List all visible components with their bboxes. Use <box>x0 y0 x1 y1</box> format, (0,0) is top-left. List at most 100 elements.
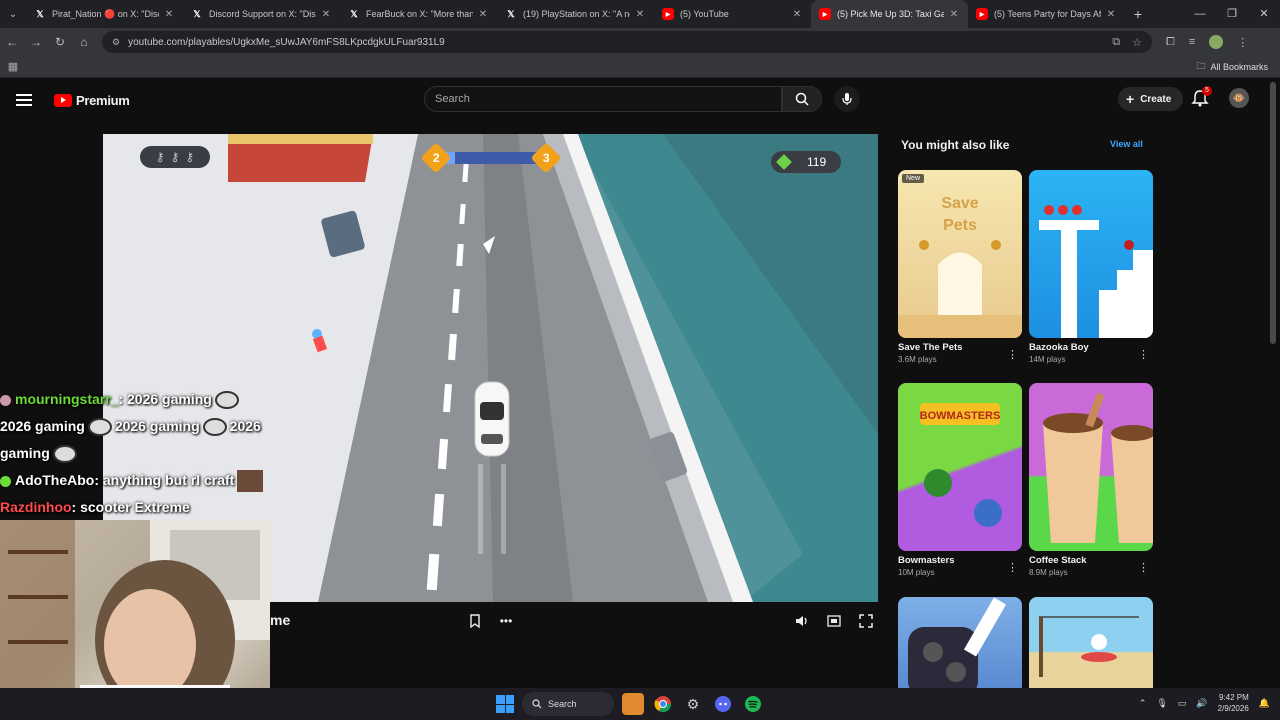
close-window-icon[interactable]: ✕ <box>1248 0 1280 28</box>
x-icon: 𝕏 <box>36 8 44 19</box>
game-plays: 3.6M plays <box>898 355 937 364</box>
discord-icon[interactable] <box>712 693 734 715</box>
tab-title: (19) PlayStation on X: "A new S <box>523 9 630 19</box>
bookmarks-bar: ▦ 🗀 All Bookmarks <box>0 56 1280 78</box>
browser-tab-active[interactable]: ▶ (5) Pick Me Up 3D: Taxi Gam ✕ <box>811 0 968 28</box>
close-icon[interactable]: ✕ <box>634 9 646 20</box>
game-name[interactable]: Bowmasters <box>898 555 1022 566</box>
voice-search-button[interactable] <box>834 86 860 112</box>
youtube-icon: ▶ <box>662 8 674 20</box>
search-button[interactable] <box>782 86 822 112</box>
apps-icon[interactable]: ▦ <box>0 60 26 73</box>
clock-time: 9:42 PM <box>1218 693 1249 702</box>
game-thumbnail[interactable]: Save Pets New <box>898 170 1022 338</box>
page-scrollbar[interactable] <box>1270 82 1276 344</box>
site-info-icon[interactable]: ⚙ <box>112 37 120 48</box>
notification-bell-icon[interactable]: 🔔 <box>1259 698 1270 709</box>
new-badge: New <box>902 174 925 183</box>
chrome-icon[interactable] <box>652 693 674 715</box>
game-thumbnail[interactable]: BOWMASTERS <box>898 383 1022 551</box>
network-icon[interactable]: ▭ <box>1178 698 1187 709</box>
extensions-icon[interactable]: ⧠ <box>1166 36 1175 49</box>
media-icon[interactable]: ≡ <box>1189 36 1195 48</box>
create-button[interactable]: + Create <box>1118 87 1184 111</box>
game-thumbnail[interactable] <box>1029 170 1153 338</box>
game-name[interactable]: Coffee Stack <box>1029 555 1153 566</box>
system-tray: ⌃ 🎙 ▭ 🔊 9:42 PM 2/9/2026 🔔 <box>1139 692 1270 714</box>
settings-gear-icon[interactable]: ⚙ <box>682 693 704 715</box>
url-text: youtube.com/playables/UgkxMe_sUwJAY6mFS8… <box>128 36 445 48</box>
user-avatar[interactable]: 🐵 <box>1229 88 1249 108</box>
theater-mode-icon[interactable] <box>825 612 843 630</box>
chevron-up-icon[interactable]: ⌃ <box>1139 698 1147 709</box>
search-input[interactable]: Search <box>424 86 782 112</box>
browser-tab-strip: ⌄ 𝕏 Pirat_Nation 🔴 on X: "Discord ✕ 𝕏 Disco… <box>0 0 1280 28</box>
volume-icon[interactable] <box>793 612 811 630</box>
browser-tab[interactable]: 𝕏 Pirat_Nation 🔴 on X: "Discord ✕ <box>26 0 183 28</box>
more-vert-icon[interactable]: ⋮ <box>1007 561 1018 574</box>
game-card[interactable] <box>898 597 1022 688</box>
browser-tab[interactable]: ▶ (5) YouTube ✕ <box>654 0 811 28</box>
close-icon[interactable]: ✕ <box>320 9 332 20</box>
taskbar-search[interactable]: Search <box>522 692 614 716</box>
all-bookmarks-button[interactable]: 🗀 All Bookmarks <box>1196 59 1268 75</box>
tab-search-icon[interactable]: ⌄ <box>0 0 26 28</box>
game-card[interactable]: Save Pets New Save The Pets 3.6M plays ⋮ <box>898 170 1022 364</box>
close-icon[interactable]: ✕ <box>1105 9 1117 20</box>
browser-tab[interactable]: 𝕏 Discord Support on X: "Discord ✕ <box>183 0 340 28</box>
tab-title: FearBuck on X: "More than 60 <box>366 9 473 19</box>
youtube-masthead: Premium Search + Create 5 🐵 <box>0 80 1280 120</box>
game-thumbnail[interactable] <box>898 597 1022 688</box>
youtube-play-icon <box>54 93 72 107</box>
new-tab-button[interactable]: + <box>1125 6 1151 22</box>
address-bar[interactable]: ⚙ youtube.com/playables/UgkxMe_sUwJAY6mF… <box>102 31 1152 53</box>
view-all-link[interactable]: View all <box>1110 139 1143 149</box>
more-vert-icon[interactable]: ⋮ <box>1007 348 1018 361</box>
game-card[interactable] <box>1029 597 1153 688</box>
chat-username: Razdinhoo <box>0 499 72 515</box>
windows-start-icon[interactable] <box>496 695 514 713</box>
more-vert-icon[interactable]: ⋮ <box>1138 348 1149 361</box>
hamburger-menu-icon[interactable] <box>16 94 32 106</box>
more-vert-icon[interactable]: ⋮ <box>1138 561 1149 574</box>
back-icon[interactable]: ← <box>0 35 24 49</box>
profile-avatar[interactable] <box>1209 35 1224 49</box>
reload-icon[interactable]: ↻ <box>48 35 72 49</box>
browser-tab[interactable]: 𝕏 FearBuck on X: "More than 60 ✕ <box>340 0 497 28</box>
game-thumbnail[interactable] <box>1029 383 1153 551</box>
key-icon: ⚷ <box>170 150 180 164</box>
close-icon[interactable]: ✕ <box>948 9 960 20</box>
game-name[interactable]: Save The Pets <box>898 342 1022 353</box>
menu-icon[interactable]: ⋮ <box>1237 36 1248 49</box>
tab-title: (5) Teens Party for Days After E <box>994 9 1101 19</box>
home-icon[interactable]: ⌂ <box>72 35 96 49</box>
game-thumbnail[interactable] <box>1029 597 1153 688</box>
minimize-icon[interactable]: — <box>1184 0 1216 28</box>
game-name[interactable]: Bazooka Boy <box>1029 342 1153 353</box>
youtube-logo[interactable]: Premium <box>54 93 130 108</box>
maximize-icon[interactable]: ❐ <box>1216 0 1248 28</box>
fullscreen-icon[interactable] <box>857 612 875 630</box>
save-bookmark-icon[interactable] <box>466 612 484 630</box>
speaker-icon[interactable]: 🔊 <box>1196 698 1207 709</box>
close-icon[interactable]: ✕ <box>477 9 489 20</box>
spotify-icon[interactable] <box>742 693 764 715</box>
game-card[interactable]: BOWMASTERS Bowmasters 10M plays ⋮ <box>898 383 1022 577</box>
close-icon[interactable]: ✕ <box>791 9 803 20</box>
more-options-icon[interactable]: ••• <box>497 612 515 630</box>
close-icon[interactable]: ✕ <box>163 9 175 20</box>
game-card[interactable]: Coffee Stack 8.9M plays ⋮ <box>1029 383 1153 577</box>
browser-tab[interactable]: ▶ (5) Teens Party for Days After E ✕ <box>968 0 1125 28</box>
microphone-icon[interactable]: 🎙 <box>1156 698 1167 709</box>
bookmark-star-icon[interactable]: ☆ <box>1132 36 1142 49</box>
recommendations-heading: You might also like <box>901 138 1010 152</box>
search-icon <box>532 699 542 709</box>
taskbar-clock[interactable]: 9:42 PM 2/9/2026 <box>1218 692 1249 714</box>
forward-icon[interactable]: → <box>24 35 48 49</box>
pizza-widget-icon[interactable] <box>622 693 644 715</box>
game-card[interactable]: Bazooka Boy 14M plays ⋮ <box>1029 170 1153 364</box>
chat-message: Razdinhoo: scooter Extreme <box>0 494 330 521</box>
chat-text: 2026 gaming <box>0 418 85 434</box>
install-icon[interactable]: ⧉ <box>1112 36 1120 49</box>
browser-tab[interactable]: 𝕏 (19) PlayStation on X: "A new S ✕ <box>497 0 654 28</box>
